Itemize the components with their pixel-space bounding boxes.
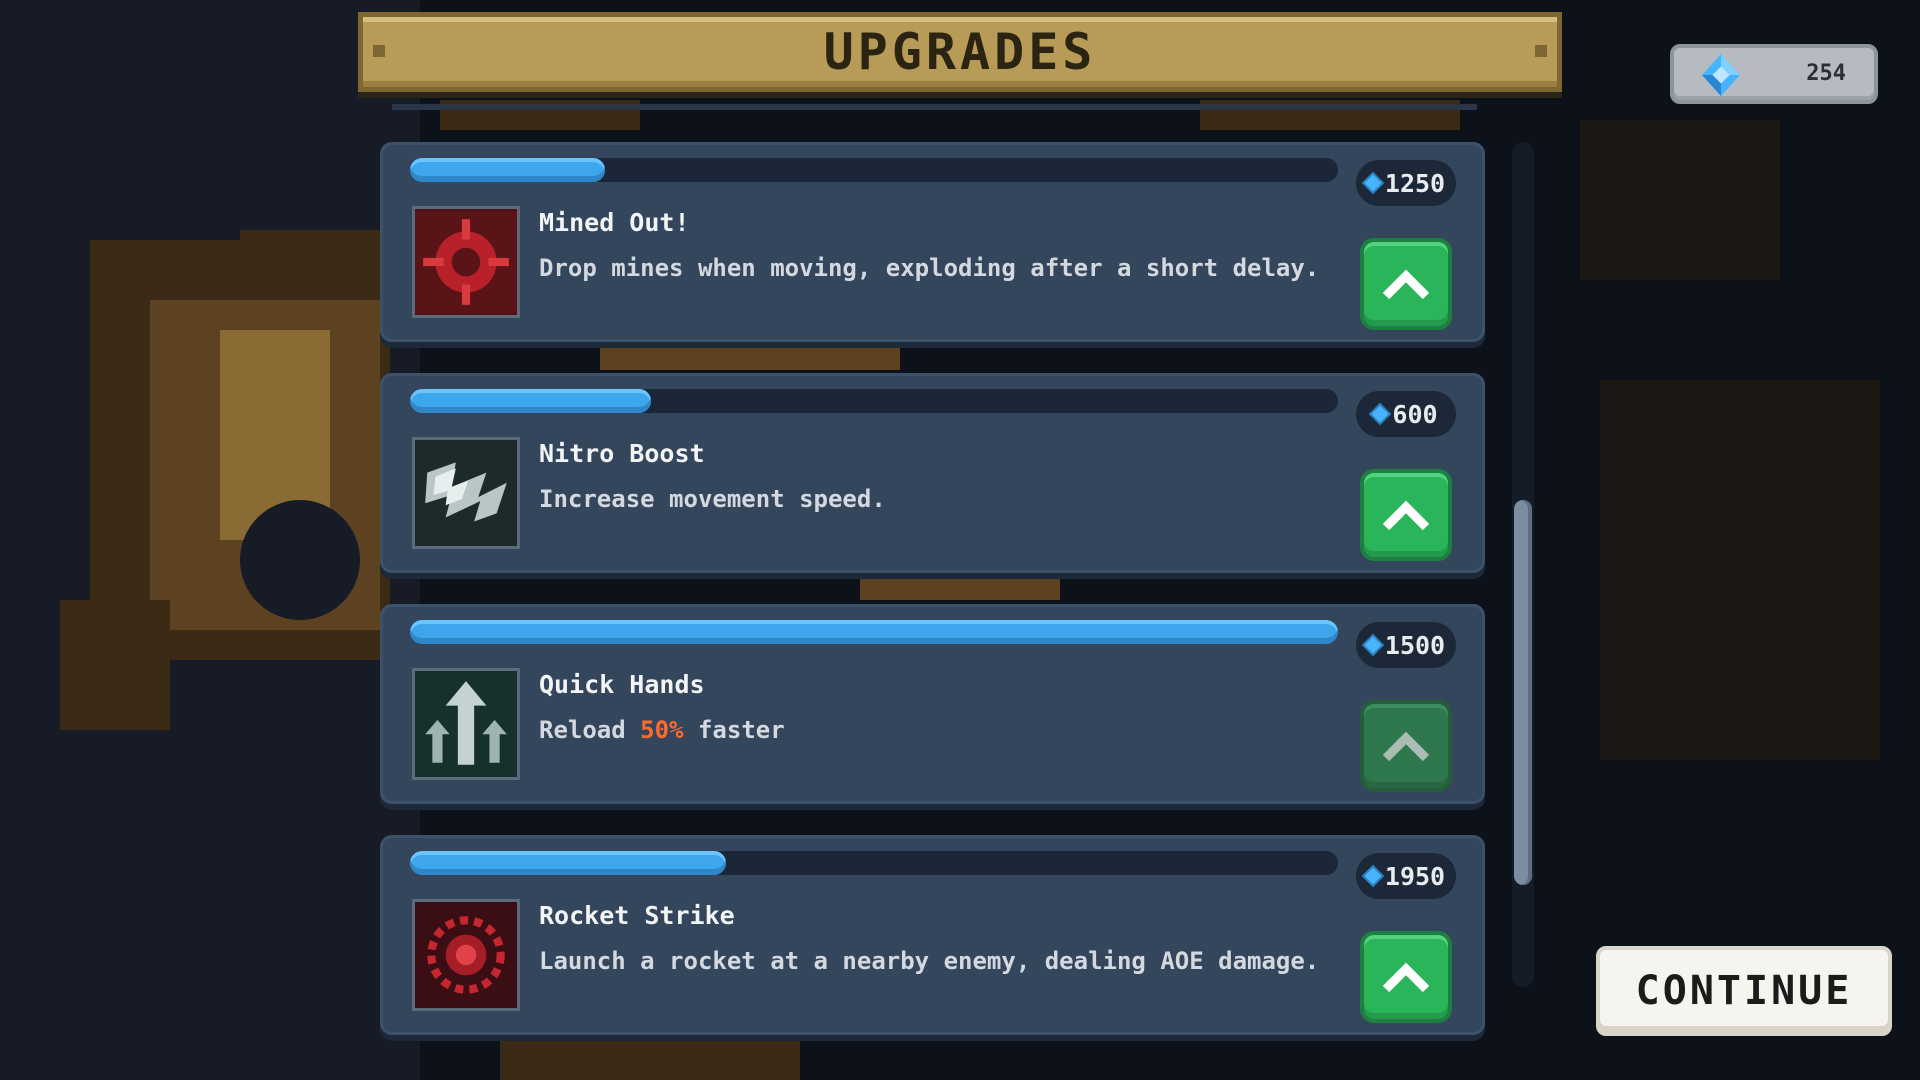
gem-count: 254 — [1806, 61, 1846, 86]
lightning-icon — [412, 437, 520, 549]
upgrade-cost: 1250 — [1356, 160, 1456, 206]
upgrade-progress-bar — [410, 389, 1338, 413]
upgrade-description: Reload 50% faster — [539, 716, 785, 744]
upgrade-description: Launch a rocket at a nearby enemy, deali… — [539, 947, 1320, 975]
title-banner: UPGRADES — [358, 12, 1562, 92]
upgrade-description: Increase movement speed. — [539, 485, 886, 513]
mine-icon — [412, 206, 520, 318]
upgrade-button[interactable] — [1360, 469, 1452, 561]
upgrade-progress-bar — [410, 158, 1338, 182]
banner-rivet — [373, 45, 385, 57]
highlight-value: 50% — [640, 716, 684, 744]
upgrade-progress-fill — [410, 158, 605, 182]
page-title: UPGRADES — [823, 23, 1097, 81]
upgrade-name: Quick Hands — [539, 670, 705, 699]
continue-button[interactable]: CONTINUE — [1596, 946, 1892, 1036]
banner-divider — [392, 104, 1477, 110]
upgrade-cost: 1500 — [1356, 622, 1456, 668]
upgrade-card-quick-hands: 1500 Quick Hands Reload 50% faster — [380, 604, 1485, 804]
upgrade-name: Rocket Strike — [539, 901, 735, 930]
gem-counter: 254 — [1670, 44, 1878, 104]
upgrade-card-rocket-strike: 1950 Rocket Strike Launch a rocket at a … — [380, 835, 1485, 1035]
scrollbar-thumb[interactable] — [1514, 500, 1532, 885]
gem-icon — [1364, 636, 1382, 654]
upgrade-progress-bar — [410, 851, 1338, 875]
gem-icon — [1364, 174, 1382, 192]
upgrade-card-nitro-boost: 600 Nitro Boost Increase movement speed. — [380, 373, 1485, 573]
arrows-up-icon — [412, 668, 520, 780]
target-icon — [412, 899, 520, 1011]
upgrade-cost: 600 — [1356, 391, 1456, 437]
chevron-up-icon — [1382, 962, 1430, 993]
upgrade-button[interactable] — [1360, 931, 1452, 1023]
upgrade-cost: 1950 — [1356, 853, 1456, 899]
upgrade-button[interactable] — [1360, 238, 1452, 330]
upgrade-description: Drop mines when moving, exploding after … — [539, 254, 1320, 282]
upgrade-name: Mined Out! — [539, 208, 690, 237]
gem-icon — [1371, 405, 1389, 423]
upgrade-progress-bar — [410, 620, 1338, 644]
gem-icon — [1364, 867, 1382, 885]
diamond-gem-icon — [1702, 54, 1740, 96]
upgrade-progress-fill — [410, 389, 652, 413]
chevron-up-icon — [1382, 731, 1430, 762]
chevron-up-icon — [1382, 500, 1430, 531]
chevron-up-icon — [1382, 269, 1430, 300]
continue-label: CONTINUE — [1635, 968, 1853, 1014]
upgrade-name: Nitro Boost — [539, 439, 705, 468]
banner-rivet — [1535, 45, 1547, 57]
upgrade-progress-fill — [410, 851, 726, 875]
upgrade-button-disabled[interactable] — [1360, 700, 1452, 792]
upgrade-progress-fill — [410, 620, 1338, 644]
upgrade-card-mined-out: 1250 Mined Out! Drop mines when moving, … — [380, 142, 1485, 342]
